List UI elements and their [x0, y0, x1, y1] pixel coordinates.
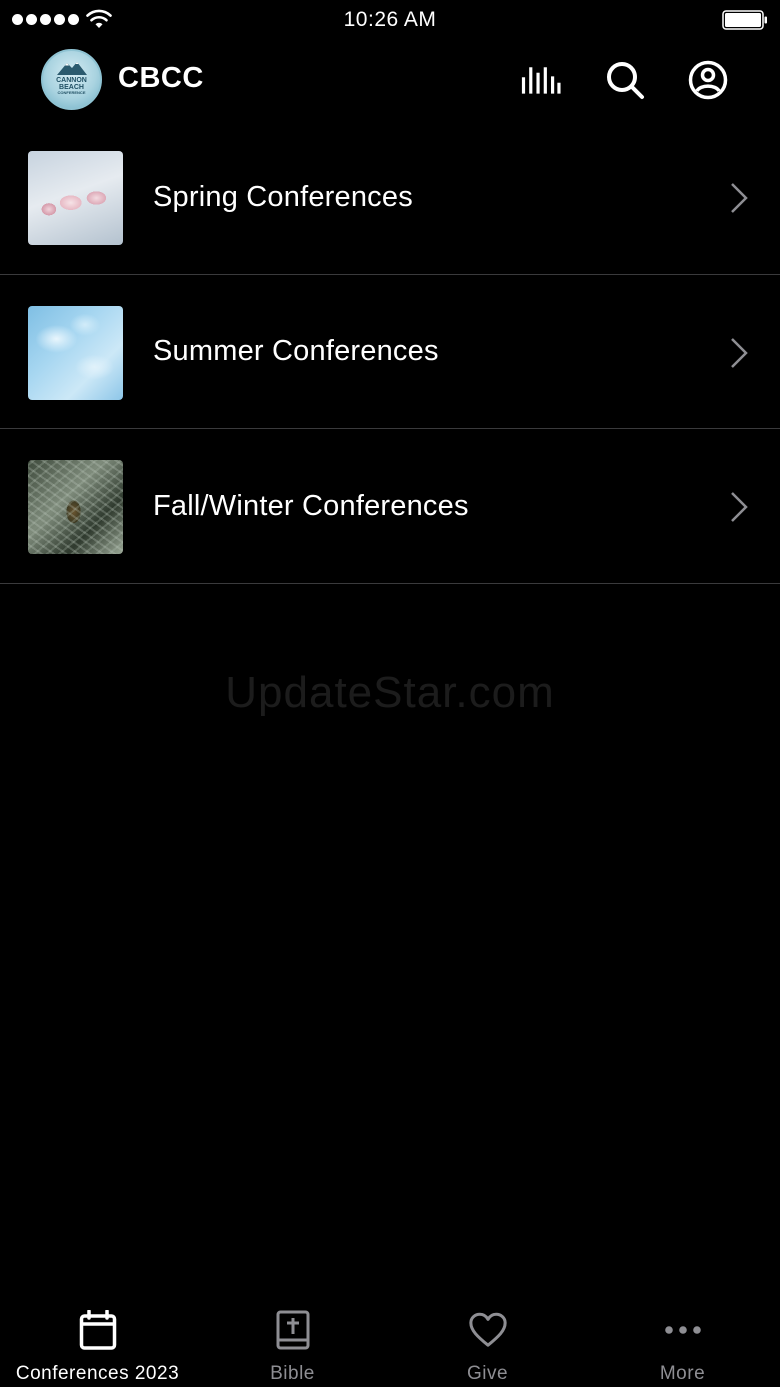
list-item-spring[interactable]: Spring Conferences: [0, 120, 780, 275]
spring-thumbnail: [28, 151, 123, 245]
bar-chart-icon: [521, 67, 561, 94]
tab-label: Bible: [270, 1363, 315, 1384]
tab-more[interactable]: More: [585, 1292, 780, 1387]
logo-text-line3: CONFERENCE: [57, 90, 86, 95]
status-time: 10:26 AM: [343, 8, 437, 31]
tab-label: Give: [466, 1363, 509, 1384]
list-item-summer[interactable]: Summer Conferences: [0, 275, 780, 429]
calendar-icon: [78, 1310, 118, 1350]
tab-give[interactable]: Give: [390, 1292, 585, 1387]
account-button[interactable]: [688, 60, 728, 100]
chevron-right-icon: [731, 183, 748, 213]
watermark: UpdateStar.com: [225, 668, 555, 717]
app-title: CBCC: [118, 62, 204, 94]
list-item-fall-winter[interactable]: Fall/Winter Conferences: [0, 429, 780, 584]
tab-label: Conferences 2023: [15, 1363, 180, 1384]
search-icon: [607, 62, 644, 99]
app-logo[interactable]: CANNON BEACH CONFERENCE: [41, 49, 102, 110]
more-icon: [663, 1310, 703, 1350]
tab-label: More: [659, 1363, 706, 1384]
list-item-label: Summer Conferences: [153, 335, 439, 367]
chevron-right-icon: [731, 337, 748, 368]
tab-bar: Conferences 2023 Bible Give More: [0, 1292, 780, 1387]
battery-icon: [722, 10, 767, 30]
tab-bible[interactable]: Bible: [195, 1292, 390, 1387]
tab-conferences-2023[interactable]: Conferences 2023: [0, 1292, 195, 1387]
stats-button[interactable]: [521, 60, 561, 100]
conference-list: Spring Conferences Summer Conferences Fa…: [0, 120, 780, 584]
chevron-right-icon: [731, 492, 748, 522]
logo-text-line1: CANNON: [56, 77, 87, 84]
summer-thumbnail: [28, 305, 123, 400]
bible-icon: [273, 1310, 313, 1350]
status-bar: 10:26 AM: [0, 0, 780, 40]
heart-icon: [468, 1310, 508, 1350]
user-account-icon: [688, 60, 728, 100]
list-item-label: Spring Conferences: [153, 180, 413, 213]
search-button[interactable]: [605, 60, 645, 100]
list-item-label: Fall/Winter Conferences: [153, 489, 469, 522]
mountain-icon: [57, 62, 87, 75]
app-header: CANNON BEACH CONFERENCE CBCC: [0, 44, 780, 116]
fall-winter-thumbnail: [28, 460, 123, 554]
